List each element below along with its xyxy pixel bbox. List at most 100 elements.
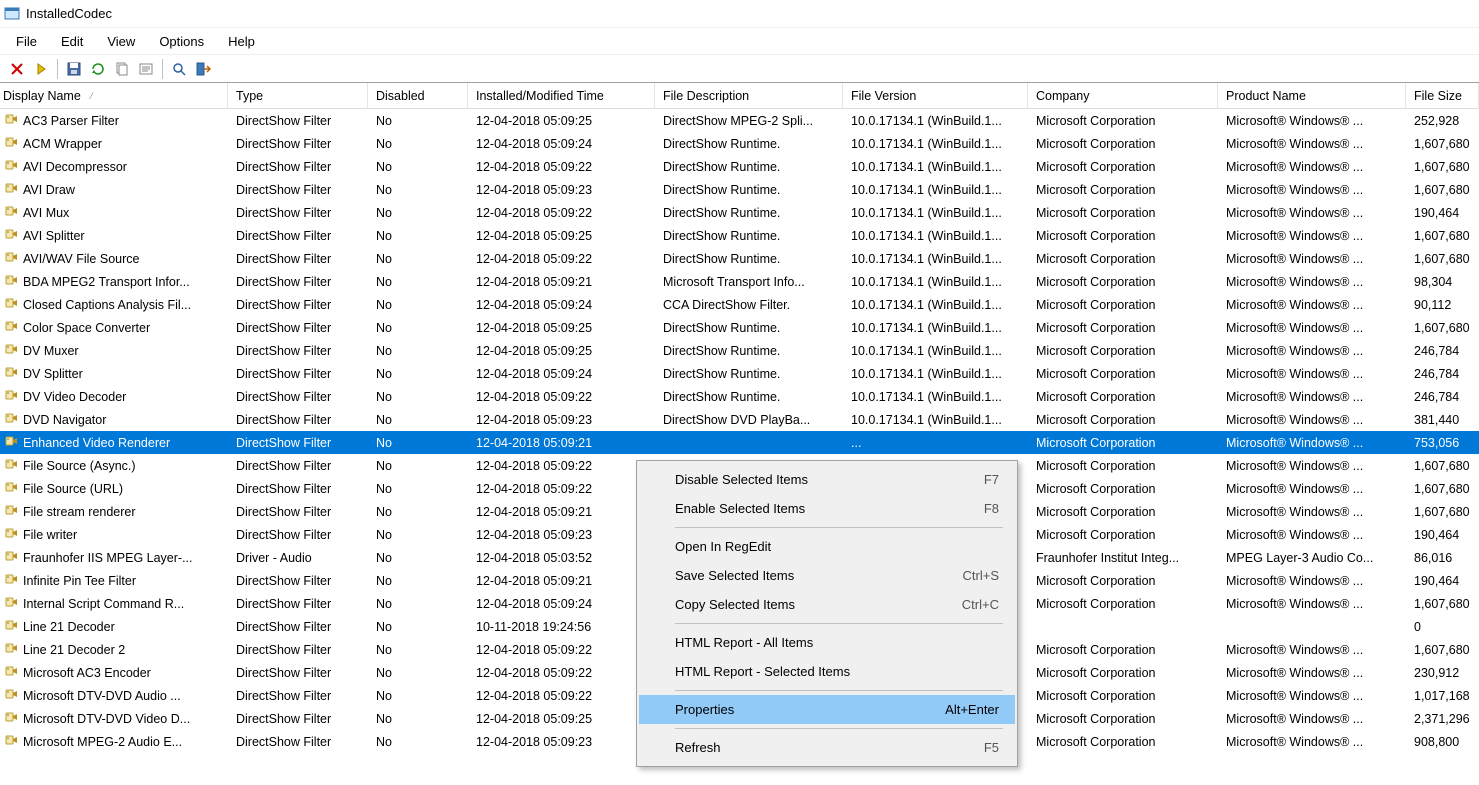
cell-desc: DirectShow DVD PlayBa... (655, 413, 843, 427)
cell-company: Microsoft Corporation (1028, 183, 1218, 197)
codec-icon (3, 548, 19, 567)
table-row[interactable]: AVI DrawDirectShow FilterNo12-04-2018 05… (0, 178, 1479, 201)
cell-company: Microsoft Corporation (1028, 459, 1218, 473)
cell-company: Microsoft Corporation (1028, 505, 1218, 519)
cell-company: Microsoft Corporation (1028, 643, 1218, 657)
cell-product: Microsoft® Windows® ... (1218, 390, 1406, 404)
refresh-icon[interactable] (87, 58, 109, 80)
table-row[interactable]: AVI SplitterDirectShow FilterNo12-04-201… (0, 224, 1479, 247)
codec-icon (3, 410, 19, 429)
cell-company: Microsoft Corporation (1028, 390, 1218, 404)
cell-product: Microsoft® Windows® ... (1218, 597, 1406, 611)
cell-time: 12-04-2018 05:09:21 (468, 275, 655, 289)
cell-name: Color Space Converter (0, 318, 228, 337)
menu-view[interactable]: View (97, 30, 145, 53)
menu-help[interactable]: Help (218, 30, 265, 53)
cell-company: Microsoft Corporation (1028, 344, 1218, 358)
cell-name: Microsoft AC3 Encoder (0, 663, 228, 682)
cell-desc: DirectShow Runtime. (655, 344, 843, 358)
cell-name: DVD Navigator (0, 410, 228, 429)
table-row[interactable]: DV MuxerDirectShow FilterNo12-04-2018 05… (0, 339, 1479, 362)
cell-type: DirectShow Filter (228, 390, 368, 404)
cell-ver: 10.0.17134.1 (WinBuild.1... (843, 252, 1028, 266)
cell-company: Microsoft Corporation (1028, 413, 1218, 427)
column-header-company[interactable]: Company (1028, 83, 1218, 109)
cell-ver: 10.0.17134.1 (WinBuild.1... (843, 206, 1028, 220)
column-header-file-description[interactable]: File Description (655, 83, 843, 109)
column-header-product-name[interactable]: Product Name (1218, 83, 1406, 109)
cell-time: 12-04-2018 05:09:22 (468, 206, 655, 220)
cell-desc: Microsoft Transport Info... (655, 275, 843, 289)
cell-time: 12-04-2018 05:09:25 (468, 712, 655, 726)
context-menu-item-html-report-all-items[interactable]: HTML Report - All Items (639, 628, 1015, 657)
column-header-type[interactable]: Type (228, 83, 368, 109)
menu-edit[interactable]: Edit (51, 30, 93, 53)
cell-disabled: No (368, 298, 468, 312)
cell-disabled: No (368, 206, 468, 220)
cell-size: 246,784 (1406, 344, 1479, 358)
cell-time: 12-04-2018 05:09:23 (468, 528, 655, 542)
cell-type: DirectShow Filter (228, 252, 368, 266)
cell-ver: 10.0.17134.1 (WinBuild.1... (843, 367, 1028, 381)
exit-icon[interactable] (192, 58, 214, 80)
cell-company: Microsoft Corporation (1028, 275, 1218, 289)
context-menu-item-properties[interactable]: PropertiesAlt+Enter (639, 695, 1015, 724)
cell-company: Microsoft Corporation (1028, 114, 1218, 128)
disable-icon[interactable] (6, 58, 28, 80)
cell-company: Microsoft Corporation (1028, 206, 1218, 220)
column-header-display-name[interactable]: Display Name⁄ (0, 83, 228, 109)
cell-size: 1,607,680 (1406, 160, 1479, 174)
table-row[interactable]: Color Space ConverterDirectShow FilterNo… (0, 316, 1479, 339)
context-menu-item-save-selected-items[interactable]: Save Selected ItemsCtrl+S (639, 561, 1015, 590)
cell-disabled: No (368, 574, 468, 588)
table-row[interactable]: Enhanced Video RendererDirectShow Filter… (0, 431, 1479, 454)
cell-desc: DirectShow Runtime. (655, 206, 843, 220)
menu-options[interactable]: Options (149, 30, 214, 53)
table-row[interactable]: DVD NavigatorDirectShow FilterNo12-04-20… (0, 408, 1479, 431)
copy-icon[interactable] (111, 58, 133, 80)
context-menu-item-copy-selected-items[interactable]: Copy Selected ItemsCtrl+C (639, 590, 1015, 619)
cell-disabled: No (368, 597, 468, 611)
find-icon[interactable] (168, 58, 190, 80)
properties-icon[interactable] (135, 58, 157, 80)
cell-name: Microsoft MPEG-2 Audio E... (0, 732, 228, 751)
cell-time: 12-04-2018 05:09:25 (468, 321, 655, 335)
enable-icon[interactable] (30, 58, 52, 80)
context-menu-item-open-in-regedit[interactable]: Open In RegEdit (639, 532, 1015, 561)
context-menu-item-refresh[interactable]: RefreshF5 (639, 733, 1015, 762)
table-row[interactable]: AC3 Parser FilterDirectShow FilterNo12-0… (0, 109, 1479, 132)
table-row[interactable]: AVI/WAV File SourceDirectShow FilterNo12… (0, 247, 1479, 270)
codec-icon (3, 272, 19, 291)
column-header-disabled[interactable]: Disabled (368, 83, 468, 109)
cell-time: 12-04-2018 05:09:23 (468, 735, 655, 749)
table-row[interactable]: ACM WrapperDirectShow FilterNo12-04-2018… (0, 132, 1479, 155)
cell-type: DirectShow Filter (228, 666, 368, 680)
table-row[interactable]: DV SplitterDirectShow FilterNo12-04-2018… (0, 362, 1479, 385)
table-row[interactable]: AVI DecompressorDirectShow FilterNo12-04… (0, 155, 1479, 178)
save-icon[interactable] (63, 58, 85, 80)
cell-product: Microsoft® Windows® ... (1218, 252, 1406, 266)
context-menu-item-disable-selected-items[interactable]: Disable Selected ItemsF7 (639, 465, 1015, 494)
cell-ver: 10.0.17134.1 (WinBuild.1... (843, 390, 1028, 404)
cell-product: Microsoft® Windows® ... (1218, 735, 1406, 749)
cell-type: Driver - Audio (228, 551, 368, 565)
context-menu-item-enable-selected-items[interactable]: Enable Selected ItemsF8 (639, 494, 1015, 523)
column-header-file-version[interactable]: File Version (843, 83, 1028, 109)
table-row[interactable]: Closed Captions Analysis Fil...DirectSho… (0, 293, 1479, 316)
cell-type: DirectShow Filter (228, 137, 368, 151)
cell-size: 1,607,680 (1406, 597, 1479, 611)
column-header-file-size[interactable]: File Size (1406, 83, 1479, 109)
cell-time: 12-04-2018 05:09:22 (468, 482, 655, 496)
cell-name: Closed Captions Analysis Fil... (0, 295, 228, 314)
cell-disabled: No (368, 643, 468, 657)
cell-ver: 10.0.17134.1 (WinBuild.1... (843, 229, 1028, 243)
column-header-installed-modified-time[interactable]: Installed/Modified Time (468, 83, 655, 109)
table-row[interactable]: BDA MPEG2 Transport Infor...DirectShow F… (0, 270, 1479, 293)
table-row[interactable]: DV Video DecoderDirectShow FilterNo12-04… (0, 385, 1479, 408)
context-menu-item-html-report-selected-items[interactable]: HTML Report - Selected Items (639, 657, 1015, 686)
cell-time: 12-04-2018 05:09:21 (468, 436, 655, 450)
menu-file[interactable]: File (6, 30, 47, 53)
cell-size: 190,464 (1406, 206, 1479, 220)
table-row[interactable]: AVI MuxDirectShow FilterNo12-04-2018 05:… (0, 201, 1479, 224)
codec-icon (3, 364, 19, 383)
